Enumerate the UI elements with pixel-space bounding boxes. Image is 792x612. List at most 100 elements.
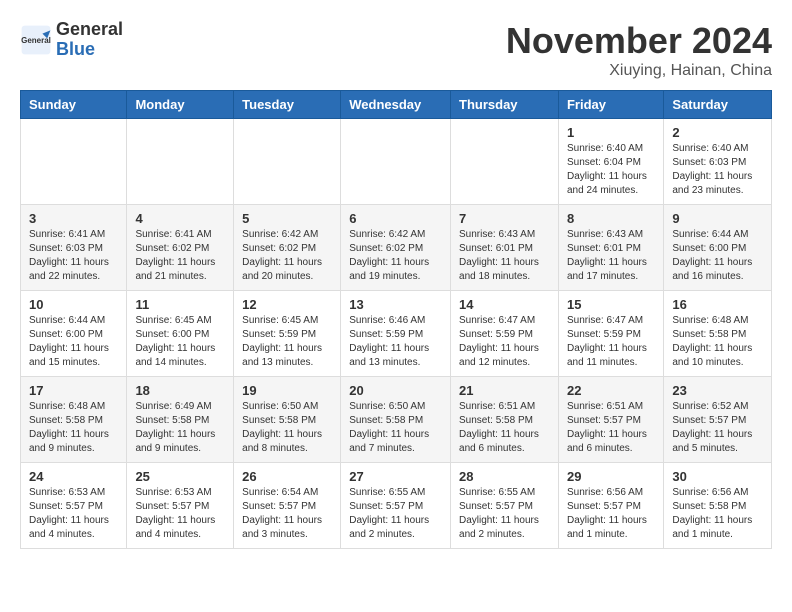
calendar-cell: 13Sunrise: 6:46 AM Sunset: 5:59 PM Dayli… — [341, 291, 451, 377]
calendar-cell: 3 Sunrise: 6:41 AM Sunset: 6:03 PM Daylig… — [21, 205, 127, 291]
day-number: 25 — [135, 469, 225, 484]
calendar-cell: 29 Sunrise: 6:56 AM Sunset: 5:57 PM Dayli… — [558, 463, 663, 549]
day-number: 8 — [567, 211, 655, 226]
day-info: Sunrise: 6:45 AM Sunset: 6:00 PM Dayligh… — [135, 314, 225, 370]
calendar-cell: 4 Sunrise: 6:41 AM Sunset: 6:02 PM Daylig… — [127, 205, 234, 291]
calendar-cell: 8 Sunrise: 6:43 AM Sunset: 6:01 PM Daylig… — [558, 205, 663, 291]
calendar-cell: 21 Sunrise: 6:51 AM Sunset: 5:58 PM Dayli… — [451, 377, 559, 463]
day-info: Sunrise: 6:52 AM Sunset: 5:57 PM Dayligh… — [672, 400, 763, 456]
calendar-cell: 9 Sunrise: 6:44 AM Sunset: 6:00 PM Daylig… — [664, 205, 772, 291]
calendar-cell: 25 Sunrise: 6:53 AM Sunset: 5:57 PM Dayli… — [127, 463, 234, 549]
logo-blue: Blue — [56, 39, 95, 59]
day-info: Sunrise: 6:43 AM Sunset: 6:01 PM Dayligh… — [567, 228, 655, 284]
day-number: 21 — [459, 383, 550, 398]
calendar-cell: 2 Sunrise: 6:40 AM Sunset: 6:03 PM Daylig… — [664, 119, 772, 205]
day-number: 2 — [672, 125, 763, 140]
day-number: 9 — [672, 211, 763, 226]
calendar-cell: 20 Sunrise: 6:50 AM Sunset: 5:58 PM Dayli… — [341, 377, 451, 463]
day-number: 5 — [242, 211, 332, 226]
weekday-header-monday: Monday — [127, 91, 234, 119]
day-info: Sunrise: 6:46 AM Sunset: 5:59 PM Dayligh… — [349, 314, 442, 370]
day-info: Sunrise: 6:50 AM Sunset: 5:58 PM Dayligh… — [242, 400, 332, 456]
day-number: 6 — [349, 211, 442, 226]
day-info: Sunrise: 6:42 AM Sunset: 6:02 PM Dayligh… — [242, 228, 332, 284]
day-number: 24 — [29, 469, 118, 484]
day-number: 15 — [567, 297, 655, 312]
day-info: Sunrise: 6:49 AM Sunset: 5:58 PM Dayligh… — [135, 400, 225, 456]
weekday-header-sunday: Sunday — [21, 91, 127, 119]
logo-general: General — [56, 19, 123, 39]
calendar-cell — [127, 119, 234, 205]
day-number: 3 — [29, 211, 118, 226]
day-number: 20 — [349, 383, 442, 398]
calendar-week-4: 17Sunrise: 6:48 AM Sunset: 5:58 PM Dayli… — [21, 377, 772, 463]
day-info: Sunrise: 6:40 AM Sunset: 6:04 PM Dayligh… — [567, 142, 655, 198]
day-number: 1 — [567, 125, 655, 140]
day-number: 22 — [567, 383, 655, 398]
calendar-cell: 17Sunrise: 6:48 AM Sunset: 5:58 PM Dayli… — [21, 377, 127, 463]
calendar-cell: 15 Sunrise: 6:47 AM Sunset: 5:59 PM Dayli… — [558, 291, 663, 377]
day-info: Sunrise: 6:54 AM Sunset: 5:57 PM Dayligh… — [242, 486, 332, 542]
day-number: 14 — [459, 297, 550, 312]
weekday-header-friday: Friday — [558, 91, 663, 119]
day-number: 17 — [29, 383, 118, 398]
calendar-cell: 27Sunrise: 6:55 AM Sunset: 5:57 PM Dayli… — [341, 463, 451, 549]
day-number: 23 — [672, 383, 763, 398]
calendar-cell: 12 Sunrise: 6:45 AM Sunset: 5:59 PM Dayli… — [234, 291, 341, 377]
day-number: 7 — [459, 211, 550, 226]
day-number: 26 — [242, 469, 332, 484]
calendar-cell: 11Sunrise: 6:45 AM Sunset: 6:00 PM Dayli… — [127, 291, 234, 377]
calendar-cell: 24 Sunrise: 6:53 AM Sunset: 5:57 PM Dayli… — [21, 463, 127, 549]
day-info: Sunrise: 6:47 AM Sunset: 5:59 PM Dayligh… — [567, 314, 655, 370]
logo: General General Blue — [20, 20, 123, 60]
day-info: Sunrise: 6:53 AM Sunset: 5:57 PM Dayligh… — [135, 486, 225, 542]
calendar-cell — [234, 119, 341, 205]
calendar-week-3: 10 Sunrise: 6:44 AM Sunset: 6:00 PM Dayli… — [21, 291, 772, 377]
day-info: Sunrise: 6:40 AM Sunset: 6:03 PM Dayligh… — [672, 142, 763, 198]
day-info: Sunrise: 6:47 AM Sunset: 5:59 PM Dayligh… — [459, 314, 550, 370]
weekday-header-saturday: Saturday — [664, 91, 772, 119]
day-info: Sunrise: 6:56 AM Sunset: 5:58 PM Dayligh… — [672, 486, 763, 542]
day-number: 27 — [349, 469, 442, 484]
calendar-cell: 23 Sunrise: 6:52 AM Sunset: 5:57 PM Dayli… — [664, 377, 772, 463]
calendar-week-2: 3 Sunrise: 6:41 AM Sunset: 6:03 PM Daylig… — [21, 205, 772, 291]
day-info: Sunrise: 6:51 AM Sunset: 5:58 PM Dayligh… — [459, 400, 550, 456]
day-info: Sunrise: 6:48 AM Sunset: 5:58 PM Dayligh… — [672, 314, 763, 370]
calendar-cell: 16 Sunrise: 6:48 AM Sunset: 5:58 PM Dayli… — [664, 291, 772, 377]
day-info: Sunrise: 6:51 AM Sunset: 5:57 PM Dayligh… — [567, 400, 655, 456]
day-info: Sunrise: 6:50 AM Sunset: 5:58 PM Dayligh… — [349, 400, 442, 456]
day-info: Sunrise: 6:45 AM Sunset: 5:59 PM Dayligh… — [242, 314, 332, 370]
day-info: Sunrise: 6:43 AM Sunset: 6:01 PM Dayligh… — [459, 228, 550, 284]
logo-text: General Blue — [56, 20, 123, 60]
day-info: Sunrise: 6:44 AM Sunset: 6:00 PM Dayligh… — [29, 314, 118, 370]
day-info: Sunrise: 6:56 AM Sunset: 5:57 PM Dayligh… — [567, 486, 655, 542]
day-number: 16 — [672, 297, 763, 312]
calendar-cell — [451, 119, 559, 205]
day-number: 18 — [135, 383, 225, 398]
day-number: 19 — [242, 383, 332, 398]
day-number: 29 — [567, 469, 655, 484]
calendar-cell: 30Sunrise: 6:56 AM Sunset: 5:58 PM Dayli… — [664, 463, 772, 549]
calendar-cell — [341, 119, 451, 205]
calendar-cell: 7 Sunrise: 6:43 AM Sunset: 6:01 PM Daylig… — [451, 205, 559, 291]
day-number: 4 — [135, 211, 225, 226]
day-number: 10 — [29, 297, 118, 312]
calendar-week-5: 24 Sunrise: 6:53 AM Sunset: 5:57 PM Dayli… — [21, 463, 772, 549]
title-block: November 2024 Xiuying, Hainan, China — [506, 20, 772, 80]
calendar-header-row: SundayMondayTuesdayWednesdayThursdayFrid… — [21, 91, 772, 119]
weekday-header-tuesday: Tuesday — [234, 91, 341, 119]
day-info: Sunrise: 6:41 AM Sunset: 6:02 PM Dayligh… — [135, 228, 225, 284]
page-header: General General Blue November 2024 Xiuyi… — [20, 20, 772, 80]
calendar-cell: 10 Sunrise: 6:44 AM Sunset: 6:00 PM Dayli… — [21, 291, 127, 377]
day-number: 12 — [242, 297, 332, 312]
day-info: Sunrise: 6:53 AM Sunset: 5:57 PM Dayligh… — [29, 486, 118, 542]
month-title: November 2024 — [506, 20, 772, 62]
location: Xiuying, Hainan, China — [506, 62, 772, 80]
day-info: Sunrise: 6:55 AM Sunset: 5:57 PM Dayligh… — [459, 486, 550, 542]
day-info: Sunrise: 6:41 AM Sunset: 6:03 PM Dayligh… — [29, 228, 118, 284]
calendar-cell: 1 Sunrise: 6:40 AM Sunset: 6:04 PM Daylig… — [558, 119, 663, 205]
calendar-week-1: 1 Sunrise: 6:40 AM Sunset: 6:04 PM Daylig… — [21, 119, 772, 205]
day-info: Sunrise: 6:42 AM Sunset: 6:02 PM Dayligh… — [349, 228, 442, 284]
day-info: Sunrise: 6:44 AM Sunset: 6:00 PM Dayligh… — [672, 228, 763, 284]
calendar-cell: 19 Sunrise: 6:50 AM Sunset: 5:58 PM Dayli… — [234, 377, 341, 463]
